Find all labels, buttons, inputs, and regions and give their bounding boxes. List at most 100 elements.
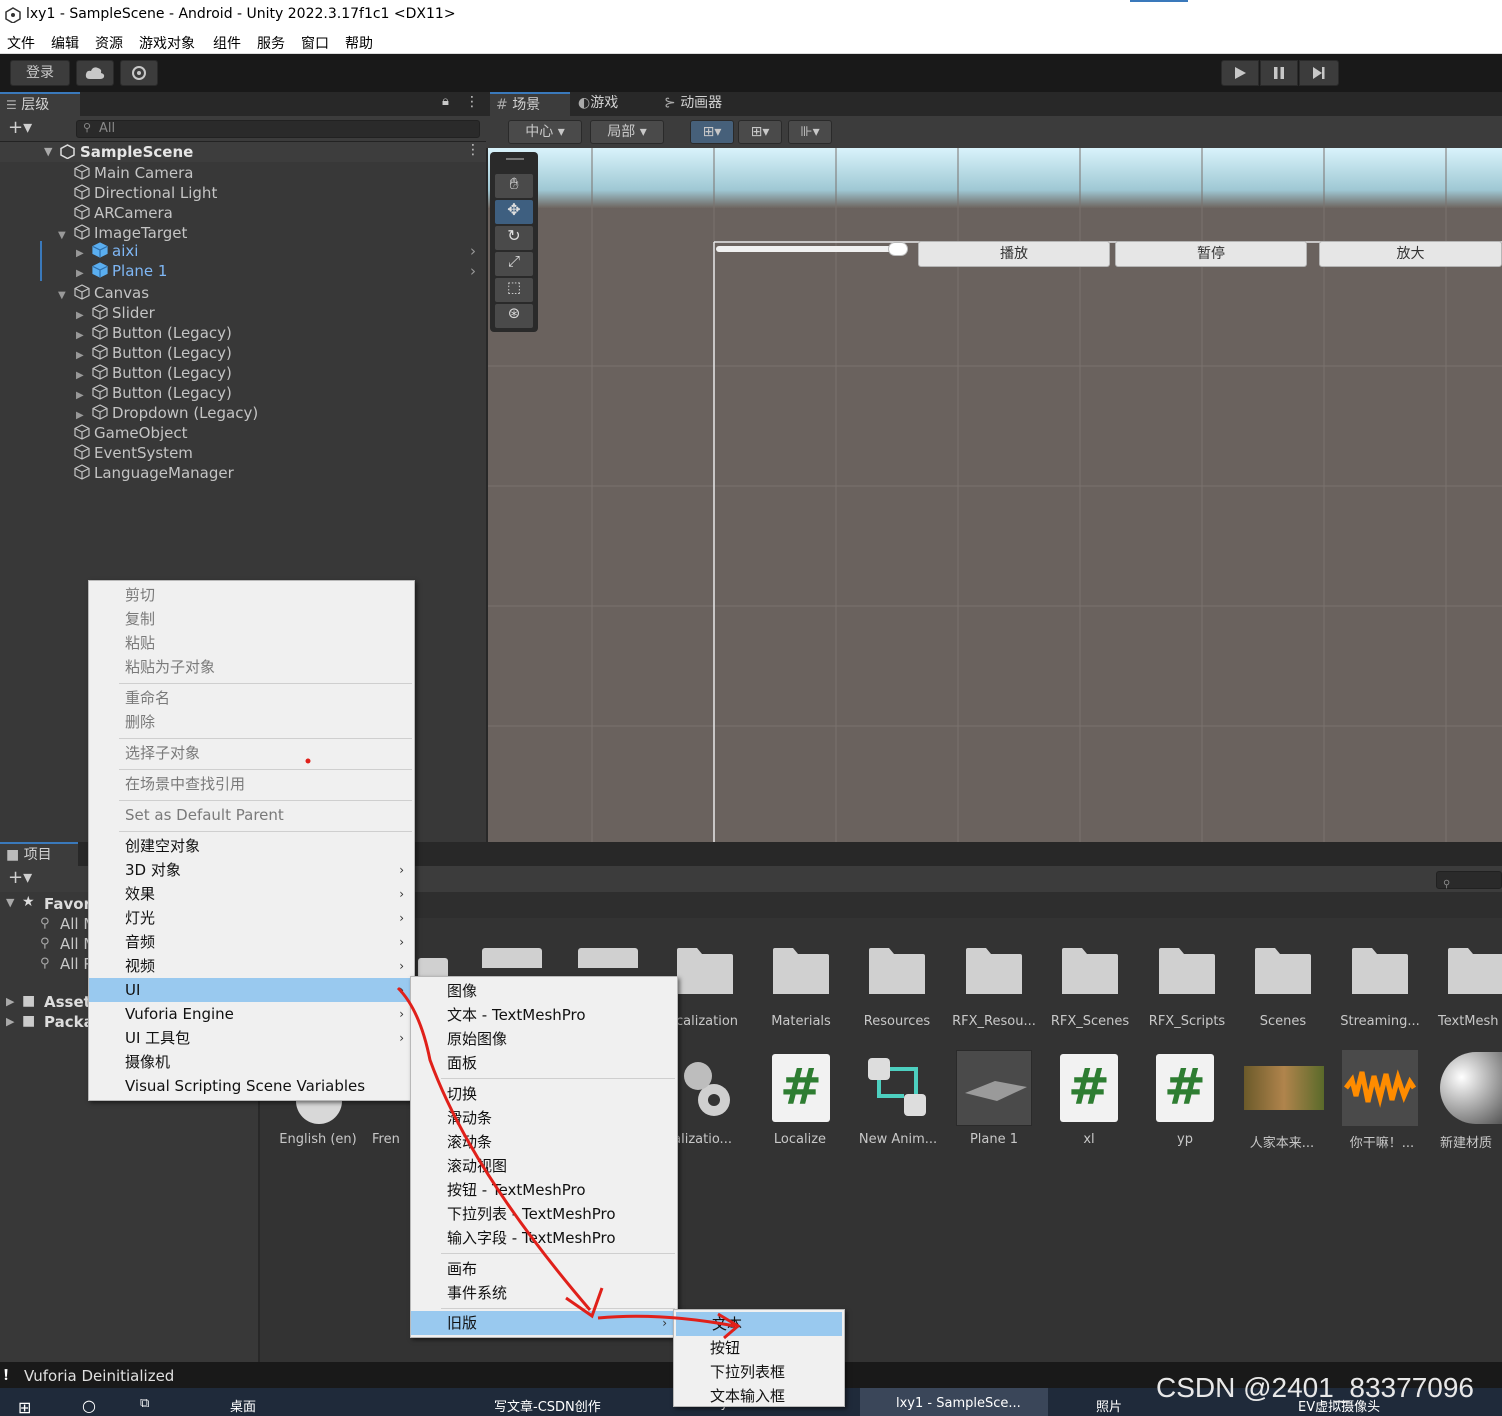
menu-video[interactable]: 视频 › <box>89 954 414 978</box>
legacy-input-field[interactable]: 文本输入框 <box>674 1384 844 1408</box>
snap-increment-button[interactable]: ⊞▾ <box>738 120 782 144</box>
space-dropdown[interactable]: 局部 ▾ <box>590 120 664 144</box>
hierarchy-item[interactable]: ▶ Dropdown (Legacy) <box>76 403 258 423</box>
localize-script-icon[interactable]: # <box>772 1054 830 1122</box>
menu-create-empty[interactable]: 创建空对象 <box>89 834 414 858</box>
collab-button[interactable] <box>120 60 158 86</box>
tab-hierarchy[interactable]: ☰ 层级 <box>0 92 80 116</box>
hierarchy-search-input[interactable]: ⚲ All <box>76 120 480 138</box>
menu-ui-toolkit[interactable]: UI 工具包 › <box>89 1026 414 1050</box>
more-icon[interactable]: ⋮ <box>465 94 479 110</box>
move-tool[interactable]: ✥ <box>495 200 533 224</box>
folder-icon[interactable] <box>675 946 735 996</box>
grid-snap-button[interactable]: ⊞▾ <box>690 120 734 144</box>
expand-arrow-icon[interactable]: ▼ <box>44 145 52 158</box>
asset-plane[interactable]: Plane 1 <box>946 1132 1042 1147</box>
menu-help[interactable]: 帮助 <box>345 33 373 53</box>
folder-icon[interactable] <box>578 948 638 968</box>
menu-find-references[interactable]: 在场景中查找引用 <box>89 772 414 796</box>
menu-window[interactable]: 窗口 <box>301 33 329 53</box>
slider-track[interactable] <box>716 246 906 252</box>
menu-vuforia[interactable]: Vuforia Engine › <box>89 1002 414 1026</box>
hierarchy-item[interactable]: ▶ Button (Legacy) <box>76 363 232 383</box>
add-icon[interactable]: +▾ <box>8 117 32 138</box>
chevron-right-icon[interactable]: › <box>470 241 476 261</box>
chevron-right-icon[interactable]: › <box>470 261 476 281</box>
hierarchy-item[interactable]: ▼ ImageTarget <box>58 223 187 243</box>
menu-ui[interactable]: UI › <box>89 978 414 1002</box>
scene-row[interactable]: ▼ SampleScene ⋮ <box>0 142 486 162</box>
folder-label[interactable]: RFX_Scripts <box>1139 1014 1235 1029</box>
asset-localize[interactable]: Localize <box>752 1132 848 1147</box>
folder-icon[interactable] <box>482 948 542 968</box>
scene-pause-button[interactable]: 暂停 <box>1115 241 1307 267</box>
ui-canvas[interactable]: 画布 <box>411 1257 677 1281</box>
favorites-label[interactable]: Favor <box>44 895 91 913</box>
menu-select-children[interactable]: 选择子对象 <box>89 741 414 765</box>
tab-animator[interactable]: ⊱ 动画器 <box>658 92 748 116</box>
folder-icon[interactable] <box>964 946 1024 996</box>
pause-button[interactable] <box>1260 60 1298 86</box>
menu-3d-object[interactable]: 3D 对象 › <box>89 858 414 882</box>
folder-label[interactable]: Materials <box>753 1014 849 1029</box>
folder-icon[interactable] <box>1157 946 1217 996</box>
menu-assets[interactable]: 资源 <box>95 33 123 53</box>
favorites-arrow-icon[interactable]: ▼ <box>6 896 14 909</box>
asset-audio[interactable]: 你干嘛！... <box>1334 1132 1430 1151</box>
hierarchy-item[interactable]: LanguageManager <box>58 463 234 483</box>
asset-yp[interactable]: yp <box>1137 1132 1233 1147</box>
login-button[interactable]: 登录 <box>10 60 70 86</box>
menu-component[interactable]: 组件 <box>213 33 241 53</box>
hierarchy-item[interactable]: EventSystem <box>58 443 193 463</box>
ui-button-tmp[interactable]: 按钮 - TextMeshPro <box>411 1178 677 1202</box>
folder-icon[interactable] <box>1446 946 1502 996</box>
expand-arrow-icon[interactable]: ▶ <box>76 264 92 284</box>
asset-localization[interactable]: calizatio... <box>666 1132 746 1147</box>
lock-icon[interactable]: 🔒︎ <box>442 94 449 109</box>
scene-zoom-button[interactable]: 放大 <box>1319 241 1502 267</box>
ui-dropdown-tmp[interactable]: 下拉列表 - TextMeshPro <box>411 1202 677 1226</box>
taskbar-desktop[interactable]: 桌面 <box>230 1396 256 1415</box>
ui-slider[interactable]: 滑动条 <box>411 1106 677 1130</box>
folder-icon[interactable] <box>1060 946 1120 996</box>
scene-play-button[interactable]: 播放 <box>918 241 1110 267</box>
folder-icon[interactable] <box>1253 946 1313 996</box>
folder-label[interactable]: RFX_Scenes <box>1042 1014 1138 1029</box>
hierarchy-item[interactable]: Directional Light <box>58 183 217 203</box>
animator-controller-icon[interactable] <box>866 1056 930 1120</box>
menu-audio[interactable]: 音频 › <box>89 930 414 954</box>
transform-tool[interactable]: ⊛ <box>495 304 533 328</box>
menu-visual-scripting[interactable]: Visual Scripting Scene Variables <box>89 1074 414 1098</box>
taskbar-photos[interactable]: 照片 <box>1096 1396 1122 1415</box>
assets-root[interactable]: Asset <box>44 993 91 1011</box>
hierarchy-item[interactable]: ARCamera <box>58 203 173 223</box>
folder-icon[interactable] <box>867 946 927 996</box>
asset-video[interactable]: 人家本来... <box>1234 1132 1330 1151</box>
ui-raw-image[interactable]: 原始图像 <box>411 1027 677 1051</box>
expand-arrow-icon[interactable]: ▼ <box>58 286 74 306</box>
pivot-dropdown[interactable]: 中心 ▾ <box>508 120 582 144</box>
ui-panel[interactable]: 面板 <box>411 1051 677 1075</box>
packages-arrow-icon[interactable]: ▶ <box>6 1015 14 1028</box>
asset-french[interactable]: Fren <box>372 1132 412 1147</box>
packages-root[interactable]: Packa <box>44 1013 94 1031</box>
audio-clip-icon[interactable] <box>1342 1050 1418 1126</box>
ui-scrollbar[interactable]: 滚动条 <box>411 1130 677 1154</box>
rotate-tool[interactable]: ↻ <box>495 226 533 250</box>
folder-label[interactable]: Resources <box>849 1014 945 1029</box>
menu-file[interactable]: 文件 <box>7 33 35 53</box>
legacy-text[interactable]: 文本 <box>676 1312 842 1336</box>
slider-handle[interactable] <box>888 242 908 256</box>
hierarchy-item[interactable]: ▶ Button (Legacy) <box>76 343 232 363</box>
ui-image[interactable]: 图像 <box>411 979 677 1003</box>
step-button[interactable] <box>1299 60 1339 86</box>
video-thumbnail[interactable] <box>1244 1066 1324 1110</box>
hierarchy-item[interactable]: ▶ Button (Legacy) <box>76 323 232 343</box>
menu-set-default-parent[interactable]: Set as Default Parent <box>89 803 414 827</box>
ui-scroll-view[interactable]: 滚动视图 <box>411 1154 677 1178</box>
xl-script-icon[interactable]: # <box>1060 1054 1118 1122</box>
menu-rename[interactable]: 重命名 <box>89 686 414 710</box>
folder-icon[interactable] <box>418 958 448 978</box>
expand-arrow-icon[interactable]: ▼ <box>58 226 74 246</box>
taskbar-unity[interactable]: lxy1 - SampleSce... <box>896 1396 1021 1411</box>
